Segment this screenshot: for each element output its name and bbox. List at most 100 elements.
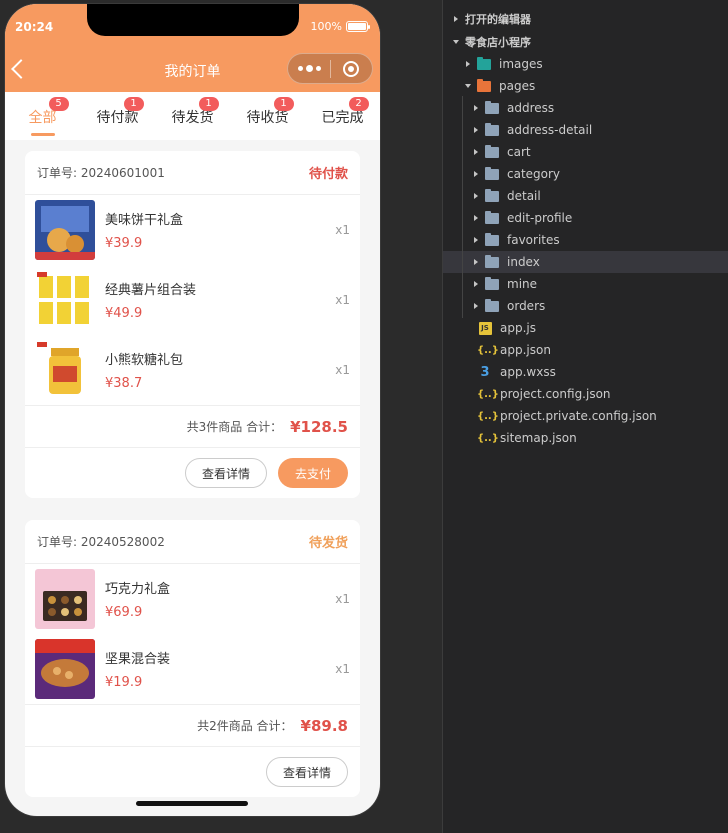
folder-label: favorites [507,233,560,247]
folder-icon [485,122,499,136]
chevron-right-icon [471,193,481,199]
folder-icon [485,232,499,246]
tab-badge: 5 [48,97,69,111]
chevron-right-icon [451,16,461,22]
folder-label: pages [499,79,536,93]
pages-folder-icon [477,78,491,92]
tab-completed[interactable]: 已完成 2 [305,92,380,140]
order-item[interactable]: 小熊软糖礼包 ¥38.7 x1 [25,335,360,405]
tree-folder-detail[interactable]: detail [443,185,728,207]
tab-label: 待收货 [246,110,289,126]
tree-folder-favorites[interactable]: favorites [443,229,728,251]
tab-pending-shipment[interactable]: 待发货 1 [155,92,230,140]
order-summary-text: 共2件商品 合计： [197,719,293,733]
tree-folder-address-detail[interactable]: address-detail [443,119,728,141]
order-list[interactable]: 订单号: 20240601001 待付款 美味饼干礼盒 ¥39.9 x1 经典薯… [5,140,380,816]
folder-icon [485,254,499,268]
view-detail-button[interactable]: 查看详情 [265,757,348,787]
item-quantity: x1 [335,363,350,377]
order-number: 订单号: 20240601001 [37,166,165,180]
order-header: 订单号: 20240601001 待付款 [25,151,360,195]
order-item[interactable]: 美味饼干礼盒 ¥39.9 x1 [25,195,360,265]
item-name: 美味饼干礼盒 [105,213,184,228]
folder-icon [485,166,499,180]
close-target-icon[interactable] [331,60,372,77]
folder-label: mine [507,277,538,291]
tab-badge: 1 [273,97,294,111]
chevron-right-icon [471,127,481,133]
chips-thumbnail [35,270,95,330]
status-battery: 100% [310,20,370,33]
folder-label: detail [507,189,541,203]
order-item[interactable]: 巧克力礼盒 ¥69.9 x1 [25,564,360,634]
order-card: 订单号: 20240528002 待发货 巧克力礼盒 ¥69.9 x1 坚果混合… [25,520,360,797]
tree-folder-address[interactable]: address [443,97,728,119]
file-label: sitemap.json [500,431,577,445]
home-indicator [136,801,248,806]
file-label: app.js [500,321,536,335]
chevron-right-icon [463,61,473,67]
tree-folder-index[interactable]: index [443,251,728,273]
order-total: ¥89.8 [300,716,348,735]
tree-folder-category[interactable]: category [443,163,728,185]
folder-icon [485,276,499,290]
chevron-down-icon [463,84,473,88]
tree-folder-pages[interactable]: pages [443,75,728,97]
order-item[interactable]: 坚果混合装 ¥19.9 x1 [25,634,360,704]
order-header: 订单号: 20240528002 待发货 [25,520,360,564]
chocolate-box-thumbnail [35,569,95,629]
tab-all[interactable]: 全部 5 [5,92,80,140]
battery-icon [346,21,370,32]
project-section[interactable]: 零食店小程序 [443,31,728,53]
order-actions: 查看详情 [25,746,360,797]
tab-label: 全部 [28,110,57,126]
item-name: 坚果混合装 [105,652,171,667]
more-dots-icon[interactable] [288,65,330,72]
tab-label: 待发货 [171,110,214,126]
tree-folder-edit-profile[interactable]: edit-profile [443,207,728,229]
folder-label: orders [507,299,546,313]
item-price: ¥69.9 [105,605,143,620]
item-quantity: x1 [335,592,350,606]
chevron-right-icon [471,303,481,309]
tree-file-sitemap[interactable]: {..} sitemap.json [443,427,728,449]
tree-file-app-json[interactable]: {..} app.json [443,339,728,361]
folder-label: cart [507,145,531,159]
order-item[interactable]: 经典薯片组合装 ¥49.9 x1 [25,265,360,335]
tab-pending-payment[interactable]: 待付款 1 [80,92,155,140]
item-quantity: x1 [335,293,350,307]
folder-icon [485,210,499,224]
tree-folder-orders[interactable]: orders [443,295,728,317]
js-file-icon: JS [477,321,493,335]
menu-capsule [287,53,373,84]
tree-file-project-private-config[interactable]: {..} project.private.config.json [443,405,728,427]
tree-folder-cart[interactable]: cart [443,141,728,163]
simulator-area: 20:24 100% 我的订单 全部 5 待付款 1 待发货 1 待收货 1 已… [0,0,442,833]
open-editors-section[interactable]: 打开的编辑器 [443,8,728,30]
tab-badge: 1 [123,97,144,111]
item-quantity: x1 [335,223,350,237]
tree-file-app-js[interactable]: JS app.js [443,317,728,339]
item-quantity: x1 [335,662,350,676]
tab-pending-receipt[interactable]: 待收货 1 [230,92,305,140]
images-folder-icon [477,56,491,70]
file-label: project.private.config.json [500,409,657,423]
tree-folder-mine[interactable]: mine [443,273,728,295]
battery-percent: 100% [310,20,342,33]
tree-file-app-wxss[interactable]: 3 app.wxss [443,361,728,383]
folder-label: address-detail [507,123,593,137]
folder-icon [485,144,499,158]
file-explorer: 打开的编辑器 零食店小程序 images pages address addre… [442,0,728,833]
chevron-right-icon [471,149,481,155]
json-file-icon: {..} [477,410,499,422]
pay-button[interactable]: 去支付 [277,458,348,488]
order-summary: 共3件商品 合计： ¥128.5 [25,405,360,447]
view-detail-button[interactable]: 查看详情 [184,458,267,488]
tree-file-project-config[interactable]: {..} project.config.json [443,383,728,405]
cookie-box-thumbnail [35,200,95,260]
item-name: 经典薯片组合装 [105,283,197,298]
folder-icon [485,298,499,312]
tree-folder-images[interactable]: images [443,53,728,75]
folder-label: images [499,57,543,71]
order-card: 订单号: 20240601001 待付款 美味饼干礼盒 ¥39.9 x1 经典薯… [25,151,360,498]
